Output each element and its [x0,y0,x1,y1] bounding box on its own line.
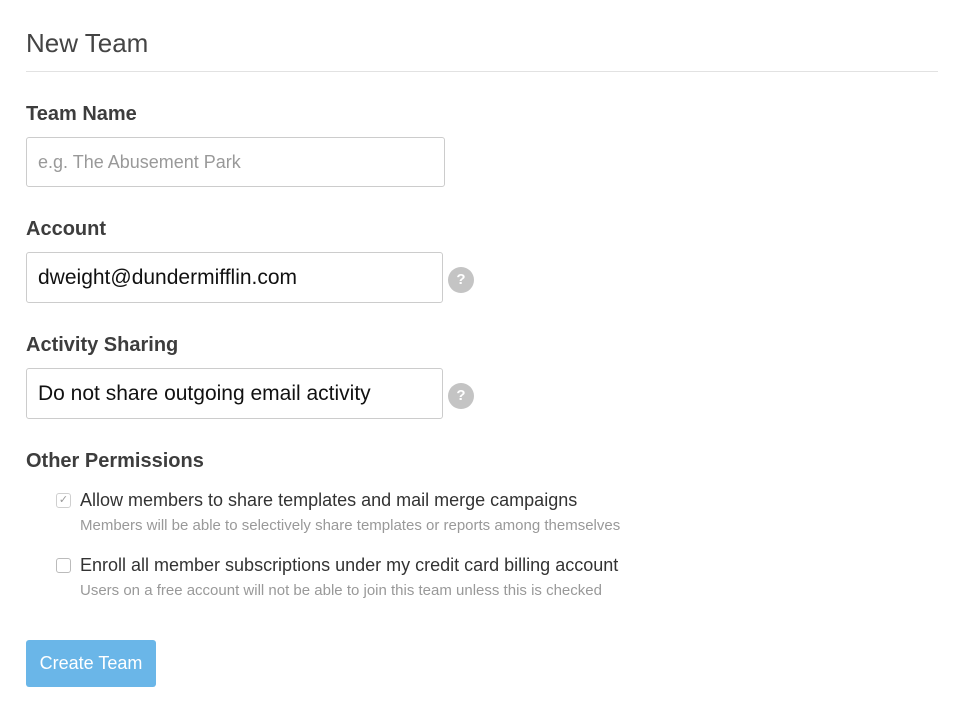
team-name-input[interactable] [26,137,445,187]
other-permissions-label: Other Permissions [26,450,204,472]
team-name-label: Team Name [26,103,137,125]
account-help-icon[interactable]: ? [448,267,474,293]
account-input[interactable] [26,252,443,303]
create-team-button[interactable]: Create Team [26,640,156,687]
title-divider [26,71,938,72]
enroll-billing-label[interactable]: Enroll all member subscriptions under my… [80,552,618,578]
share-templates-checkbox[interactable]: ✓ [56,493,71,508]
share-templates-label[interactable]: Allow members to share templates and mai… [80,487,577,513]
enroll-billing-description: Users on a free account will not be able… [80,582,602,599]
account-label: Account [26,218,106,240]
activity-sharing-select[interactable] [26,368,443,419]
page-title: New Team [26,28,149,58]
activity-sharing-help-icon[interactable]: ? [448,383,474,409]
activity-sharing-label: Activity Sharing [26,334,179,356]
new-team-page: New Team Team Name Account ? Activity Sh… [0,0,960,710]
enroll-billing-checkbox[interactable] [56,558,71,573]
share-templates-description: Members will be able to selectively shar… [80,517,621,534]
